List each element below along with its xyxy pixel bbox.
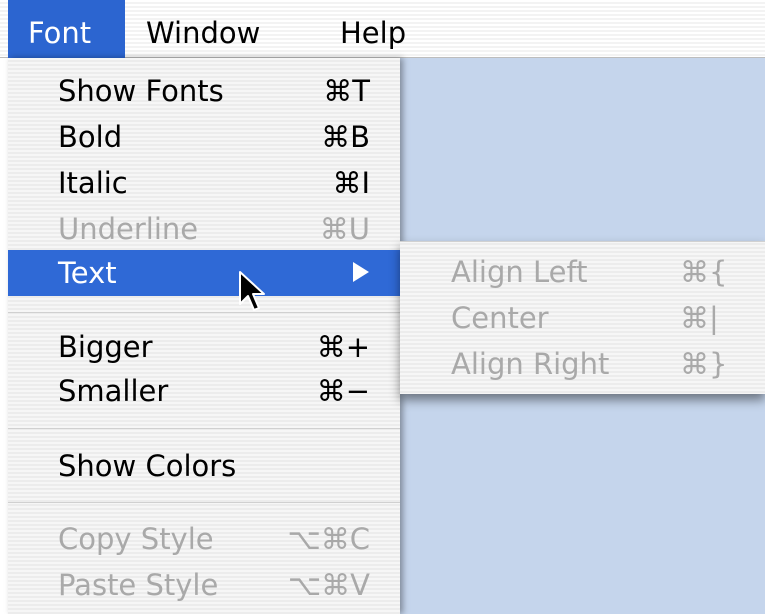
menu-item-bold[interactable]: Bold ⌘B [8, 114, 400, 160]
menu-item-show-fonts[interactable]: Show Fonts ⌘T [8, 68, 400, 114]
menu-item-shortcut: ⌘T [323, 74, 370, 108]
menu-item-shortcut: ⌘+ [316, 330, 370, 364]
menu-item-shortcut: ⌥⌘C [287, 522, 370, 556]
menu-item-shortcut: ⌘B [321, 120, 370, 154]
menu-item-underline[interactable]: Underline ⌘U [8, 206, 400, 252]
menu-item-shortcut: ⌥⌘V [287, 568, 370, 602]
menu-item-paste-style[interactable]: Paste Style ⌥⌘V [8, 562, 400, 608]
submenu-item-shortcut: ⌘| [680, 301, 719, 335]
menu-item-label: Show Fonts [58, 74, 224, 108]
menu-item-shortcut: ⌘I [332, 166, 370, 200]
menu-title-help[interactable]: Help [340, 0, 406, 58]
submenu-item-shortcut: ⌘{ [680, 255, 728, 289]
menu-item-label: Smaller [58, 374, 169, 408]
menu-item-label: Underline [58, 212, 199, 246]
menu-item-label: Bigger [58, 330, 153, 364]
submenu-item-center[interactable]: Center ⌘| [400, 295, 765, 341]
submenu-arrow-icon [353, 262, 369, 282]
menu-item-bigger[interactable]: Bigger ⌘+ [8, 324, 400, 370]
menu-item-smaller[interactable]: Smaller ⌘− [8, 368, 400, 414]
menu-separator [8, 312, 400, 313]
submenu-item-align-right[interactable]: Align Right ⌘} [400, 341, 765, 387]
menu-item-label: Show Colors [58, 449, 237, 483]
menu-title-window[interactable]: Window [146, 0, 260, 58]
menu-item-text[interactable]: Text [8, 250, 400, 296]
text-submenu: Align Left ⌘{ Center ⌘| Align Right ⌘} [400, 241, 765, 394]
menu-item-label: Paste Style [58, 568, 219, 602]
menu-item-shortcut: ⌘− [316, 374, 370, 408]
menu-item-copy-style[interactable]: Copy Style ⌥⌘C [8, 516, 400, 562]
menu-item-italic[interactable]: Italic ⌘I [8, 160, 400, 206]
menu-bar: Font Window Help [0, 0, 765, 58]
submenu-item-label: Align Left [451, 255, 588, 289]
menu-item-label: Bold [58, 120, 123, 154]
menu-item-shortcut: ⌘U [319, 212, 370, 246]
font-menu: Show Fonts ⌘T Bold ⌘B Italic ⌘I Underlin… [8, 58, 400, 614]
menu-item-label: Italic [58, 166, 128, 200]
submenu-item-label: Align Right [451, 347, 610, 381]
menu-separator [8, 428, 400, 429]
menu-item-label: Copy Style [58, 522, 214, 556]
menu-item-label: Text [58, 256, 117, 290]
submenu-item-label: Center [451, 301, 549, 335]
mouse-pointer-icon [239, 271, 265, 311]
submenu-item-align-left[interactable]: Align Left ⌘{ [400, 249, 765, 295]
submenu-item-shortcut: ⌘} [680, 347, 728, 381]
menu-item-show-colors[interactable]: Show Colors [8, 443, 400, 489]
menu-title-font[interactable]: Font [8, 0, 125, 58]
menu-separator [8, 502, 400, 503]
